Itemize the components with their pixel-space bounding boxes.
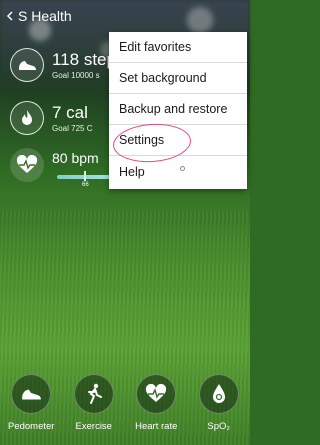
heart-rate-value: 80 bpm — [52, 150, 99, 166]
heart-pulse-icon — [10, 148, 44, 182]
calories-value: 7 cal — [52, 102, 88, 122]
nav-spo2[interactable]: SpO₂ — [191, 374, 247, 432]
menu-item-set-background[interactable]: Set background — [109, 63, 247, 94]
nav-exercise[interactable]: Exercise — [66, 374, 122, 432]
nav-label-spo2: SpO₂ — [207, 421, 231, 432]
nav-heart-rate[interactable]: Heart rate — [128, 374, 184, 432]
heart-rate-marker — [84, 171, 86, 181]
droplet-icon — [198, 374, 239, 414]
bottom-nav: Pedometer Exercise Heart rate SpO₂ — [0, 368, 250, 445]
back-chevron-icon[interactable] — [6, 11, 14, 21]
app-title: S Health — [18, 8, 72, 24]
options-menu: Edit favorites Set background Backup and… — [109, 32, 247, 189]
steps-stat[interactable]: 118 steps Goal 10000 s — [10, 45, 124, 85]
menu-item-help[interactable]: Help — [109, 156, 247, 187]
nav-label-heart-rate: Heart rate — [135, 421, 178, 432]
heart-pulse-icon — [136, 374, 177, 414]
nav-pedometer[interactable]: Pedometer — [3, 374, 59, 432]
shoe-icon — [10, 48, 44, 82]
runner-icon — [73, 374, 114, 414]
menu-dot — [180, 166, 185, 171]
app-bar: S Health — [0, 0, 250, 32]
flame-icon — [10, 101, 44, 135]
menu-item-backup-restore[interactable]: Backup and restore — [109, 94, 247, 125]
heart-rate-marker-label: 66 — [82, 182, 89, 188]
nav-label-exercise: Exercise — [75, 421, 112, 432]
menu-item-edit-favorites[interactable]: Edit favorites — [109, 32, 247, 63]
calories-stat[interactable]: 7 cal Goal 725 C — [10, 98, 92, 138]
menu-item-settings[interactable]: Settings — [109, 125, 247, 156]
heart-rate-bar — [57, 175, 117, 179]
shoe-icon — [11, 374, 52, 414]
calories-goal: Goal 725 C — [52, 123, 93, 133]
nav-label-pedometer: Pedometer — [8, 421, 55, 432]
